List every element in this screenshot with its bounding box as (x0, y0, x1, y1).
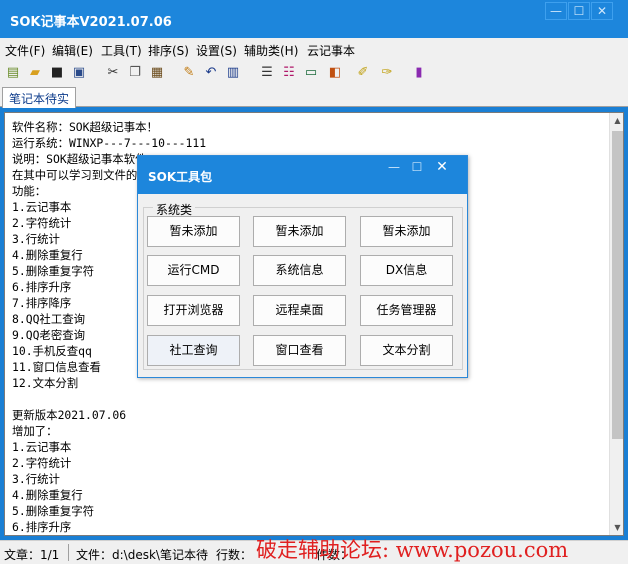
save-icon[interactable]: ■ (48, 64, 66, 82)
watermark-text: 破走辅助论坛: www.pozou.com (256, 538, 569, 562)
open-browser-button[interactable]: 打开浏览器 (147, 295, 240, 326)
save-all-icon[interactable]: ▣ (70, 64, 88, 82)
dialog-minimize-button[interactable]: — (383, 158, 405, 176)
menu-helper[interactable]: 辅助类(H) (244, 42, 298, 59)
tool-dialog: SOK工具包 — ☐ ✕ 系统类 暂未添加 暂未添加 暂未添加 运行CMD 系统… (137, 155, 468, 378)
window-title: SOK记事本V2021.07.06 (10, 15, 172, 30)
list-icon[interactable]: ☰ (258, 64, 276, 82)
dialog-close-button[interactable]: ✕ (431, 158, 453, 176)
tab-notebook[interactable]: 笔记本待实 (2, 87, 77, 108)
cut-icon[interactable]: ✂ (104, 64, 122, 82)
highlight-clear-icon[interactable]: ✑ (378, 64, 396, 82)
dx-info-button[interactable]: DX信息 (360, 255, 453, 286)
paste-icon[interactable]: ▦ (148, 64, 166, 82)
menu-sort[interactable]: 排序(S) (148, 42, 189, 59)
dialog-title-bar: SOK工具包 — ☐ ✕ (138, 156, 467, 194)
library-icon[interactable]: ▮ (410, 64, 428, 82)
menu-bar: 文件(F) 编辑(E) 工具(T) 排序(S) 设置(S) 辅助类(H) 云记事… (0, 38, 628, 60)
tag-icon[interactable]: ◧ (326, 64, 344, 82)
edit-pen-icon[interactable]: ✎ (180, 64, 198, 82)
menu-edit[interactable]: 编辑(E) (52, 42, 93, 59)
system-info-button[interactable]: 系统信息 (253, 255, 346, 286)
status-file: 文件：d:\desk\笔记本待 (76, 548, 208, 562)
text-split-button[interactable]: 文本分割 (360, 335, 453, 366)
undo-icon[interactable]: ↶ (202, 64, 220, 82)
status-rows: 行数： (216, 548, 253, 562)
placeholder-button-3[interactable]: 暂未添加 (360, 216, 453, 247)
menu-file[interactable]: 文件(F) (5, 42, 45, 59)
run-cmd-button[interactable]: 运行CMD (147, 255, 240, 286)
scroll-up-icon[interactable]: ▲ (610, 113, 623, 128)
editor-line: 增加了： (12, 424, 58, 438)
placeholder-button-2[interactable]: 暂未添加 (253, 216, 346, 247)
window-view-button[interactable]: 窗口查看 (253, 335, 346, 366)
remote-desktop-button[interactable]: 远程桌面 (253, 295, 346, 326)
editor-line: 2.字符统计 (12, 456, 72, 470)
placeholder-button-1[interactable]: 暂未添加 (147, 216, 240, 247)
close-button[interactable]: ✕ (591, 2, 613, 20)
editor-line: 5.删除重复字符 (12, 504, 95, 518)
new-file-icon[interactable]: ▤ (4, 64, 22, 82)
tab-strip: 笔记本待实 (0, 85, 628, 108)
editor-line: 6.排序升序 (12, 520, 72, 534)
dialog-title: SOK工具包 (148, 170, 213, 184)
title-bar: SOK记事本V2021.07.06 — ☐ ✕ (0, 0, 628, 38)
maximize-button[interactable]: ☐ (568, 2, 590, 20)
editor-line: 4.删除重复行 (12, 488, 83, 502)
menu-tools[interactable]: 工具(T) (101, 42, 142, 59)
task-manager-button[interactable]: 任务管理器 (360, 295, 453, 326)
highlight-icon[interactable]: ✐ (354, 64, 372, 82)
status-separator (68, 544, 69, 561)
terminal-icon[interactable]: ▭ (302, 64, 320, 82)
open-folder-icon[interactable]: ▰ (26, 64, 44, 82)
scroll-down-icon[interactable]: ▼ (610, 520, 623, 535)
menu-settings[interactable]: 设置(S) (196, 42, 237, 59)
social-query-button[interactable]: 社工查询 (147, 335, 240, 366)
editor-line: 1.云记事本 (12, 440, 72, 454)
scroll-thumb[interactable] (612, 131, 623, 439)
editor-line: 运行系统：WINXP---7---10---111 (12, 136, 207, 150)
status-line: 文章：1/1 (4, 548, 60, 562)
toolbar: ▤ ▰ ■ ▣ ✂ ❐ ▦ ✎ ↶ ▥ ☰ ☷ ▭ ◧ ✐ ✑ ▮ (0, 60, 628, 85)
dialog-maximize-button[interactable]: ☐ (406, 158, 428, 176)
editor-line: 软件名称：SOK超级记事本！ (12, 120, 158, 134)
vertical-scrollbar[interactable]: ▲ ▼ (609, 113, 623, 535)
document-icon[interactable]: ▥ (224, 64, 242, 82)
minimize-button[interactable]: — (545, 2, 567, 20)
copy-icon[interactable]: ❐ (126, 64, 144, 82)
menu-cloud-notepad[interactable]: 云记事本 (307, 42, 355, 59)
editor-line: 更新版本2021.07.06 (12, 408, 127, 422)
list-numbered-icon[interactable]: ☷ (280, 64, 298, 82)
editor-line: 3.行统计 (12, 472, 60, 486)
